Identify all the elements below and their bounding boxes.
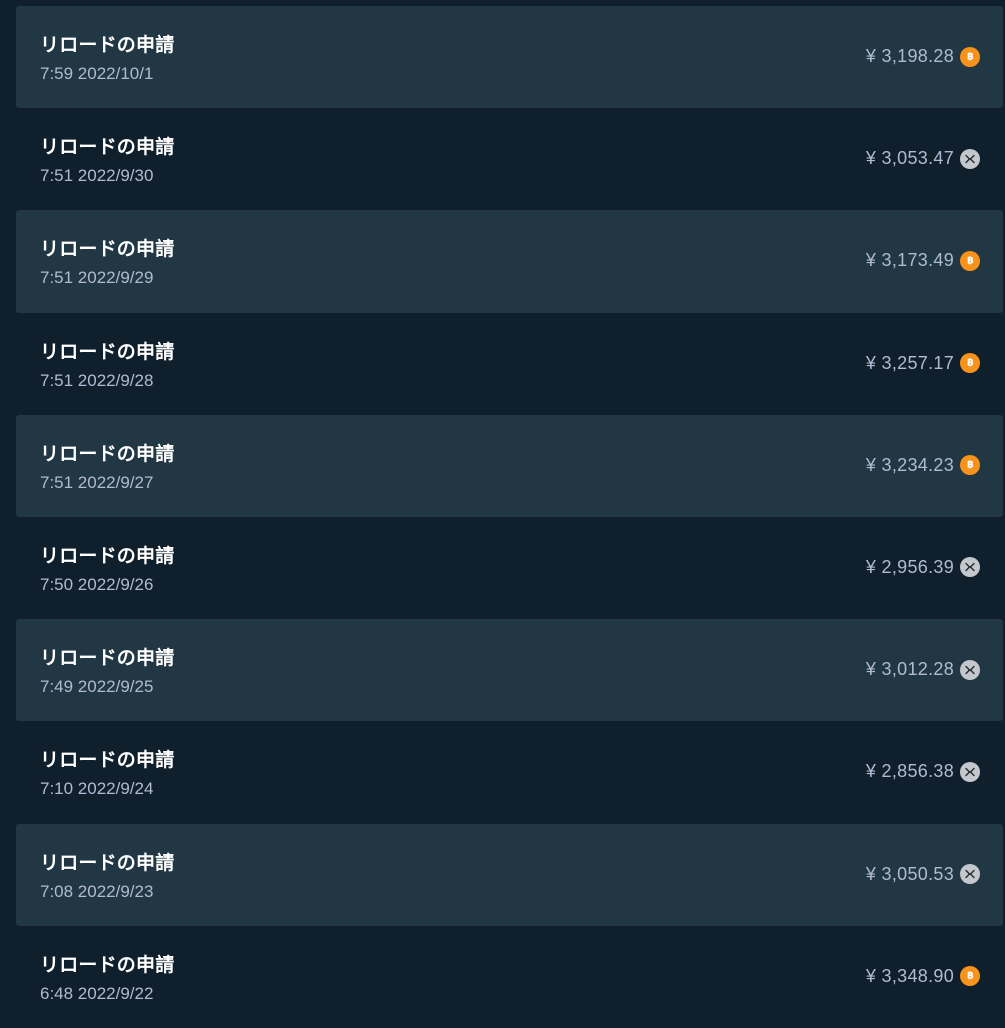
- list-item[interactable]: リロードの申請 7:10 2022/9/24 ¥ 2,856.38: [16, 721, 1003, 823]
- transaction-list: リロードの申請 7:59 2022/10/1 ¥ 3,198.28 リロードの申…: [16, 6, 1003, 1028]
- amount-group: ¥ 3,050.53: [866, 864, 980, 885]
- transaction-title: リロードの申請: [40, 442, 175, 465]
- transaction-time: 7:50 2022/9/26: [40, 574, 154, 594]
- btc-icon: [960, 966, 980, 987]
- transaction-title: リロードの申請: [40, 851, 175, 874]
- xrp-icon: [960, 659, 980, 680]
- amount-group: ¥ 3,198.28: [866, 46, 980, 67]
- transaction-title: リロードの申請: [40, 340, 175, 363]
- transaction-title: リロードの申請: [40, 749, 175, 772]
- transaction-time: 7:10 2022/9/24: [40, 779, 154, 799]
- xrp-icon: [960, 864, 980, 884]
- list-item[interactable]: リロードの申請 6:48 2022/9/22 ¥ 3,348.90: [16, 926, 1003, 1028]
- transaction-title: リロードの申請: [40, 544, 175, 567]
- xrp-icon: [960, 557, 980, 578]
- transaction-time: 7:59 2022/10/1: [40, 64, 154, 83]
- xrp-icon: [960, 148, 980, 169]
- list-item[interactable]: リロードの申請 7:51 2022/9/28 ¥ 3,257.17: [16, 313, 1003, 415]
- list-item[interactable]: リロードの申請 7:51 2022/9/30 ¥ 3,053.47: [16, 108, 1003, 210]
- transaction-amount: ¥ 3,198.28: [865, 46, 954, 66]
- btc-icon: [960, 353, 980, 374]
- amount-group: ¥ 3,234.23: [866, 455, 980, 476]
- amount-group: ¥ 3,173.49: [866, 250, 980, 271]
- transaction-time: 7:08 2022/9/23: [40, 881, 154, 901]
- btc-icon: [960, 455, 980, 476]
- transaction-time: 6:48 2022/9/22: [40, 983, 154, 1003]
- transaction-title: リロードの申請: [40, 136, 175, 159]
- transaction-amount: ¥ 3,012.28: [865, 659, 954, 680]
- amount-group: ¥ 3,053.47: [866, 148, 980, 169]
- transaction-amount: ¥ 2,856.38: [865, 761, 954, 782]
- xrp-icon: [960, 761, 980, 782]
- list-item[interactable]: リロードの申請 7:51 2022/9/29 ¥ 3,173.49: [16, 210, 1003, 313]
- amount-group: ¥ 3,257.17: [866, 353, 980, 374]
- transaction-title: リロードの申請: [40, 647, 175, 670]
- transaction-amount: ¥ 3,348.90: [865, 965, 954, 986]
- btc-icon: [960, 250, 980, 271]
- list-item[interactable]: リロードの申請 7:59 2022/10/1 ¥ 3,198.28: [16, 6, 1003, 109]
- transaction-amount: ¥ 2,956.39: [865, 556, 954, 577]
- transaction-time: 7:51 2022/9/28: [40, 370, 154, 390]
- list-item[interactable]: リロードの申請 7:08 2022/9/23 ¥ 3,050.53: [16, 823, 1003, 926]
- amount-group: ¥ 2,956.39: [866, 557, 980, 578]
- transaction-amount: ¥ 3,053.47: [865, 148, 954, 169]
- transaction-title: リロードの申請: [40, 34, 175, 56]
- transaction-time: 7:51 2022/9/27: [40, 472, 154, 492]
- btc-icon: [960, 46, 980, 67]
- amount-group: ¥ 3,012.28: [866, 659, 980, 680]
- transaction-time: 7:51 2022/9/30: [40, 166, 154, 186]
- transaction-title: リロードの申請: [40, 953, 175, 976]
- transaction-amount: ¥ 3,257.17: [865, 352, 954, 373]
- transaction-time: 7:49 2022/9/25: [40, 677, 154, 697]
- transaction-title: リロードの申請: [40, 238, 175, 261]
- list-item[interactable]: リロードの申請 7:50 2022/9/26 ¥ 2,956.39: [16, 517, 1003, 619]
- transaction-amount: ¥ 3,234.23: [865, 454, 954, 475]
- list-item[interactable]: リロードの申請 7:49 2022/9/25 ¥ 3,012.28: [16, 619, 1003, 722]
- amount-group: ¥ 3,348.90: [866, 966, 980, 987]
- amount-group: ¥ 2,856.38: [866, 761, 980, 782]
- list-item[interactable]: リロードの申請 7:51 2022/9/27 ¥ 3,234.23: [16, 414, 1003, 517]
- transaction-amount: ¥ 3,173.49: [865, 250, 954, 271]
- transaction-amount: ¥ 3,050.53: [865, 863, 954, 884]
- transaction-time: 7:51 2022/9/29: [40, 268, 154, 288]
